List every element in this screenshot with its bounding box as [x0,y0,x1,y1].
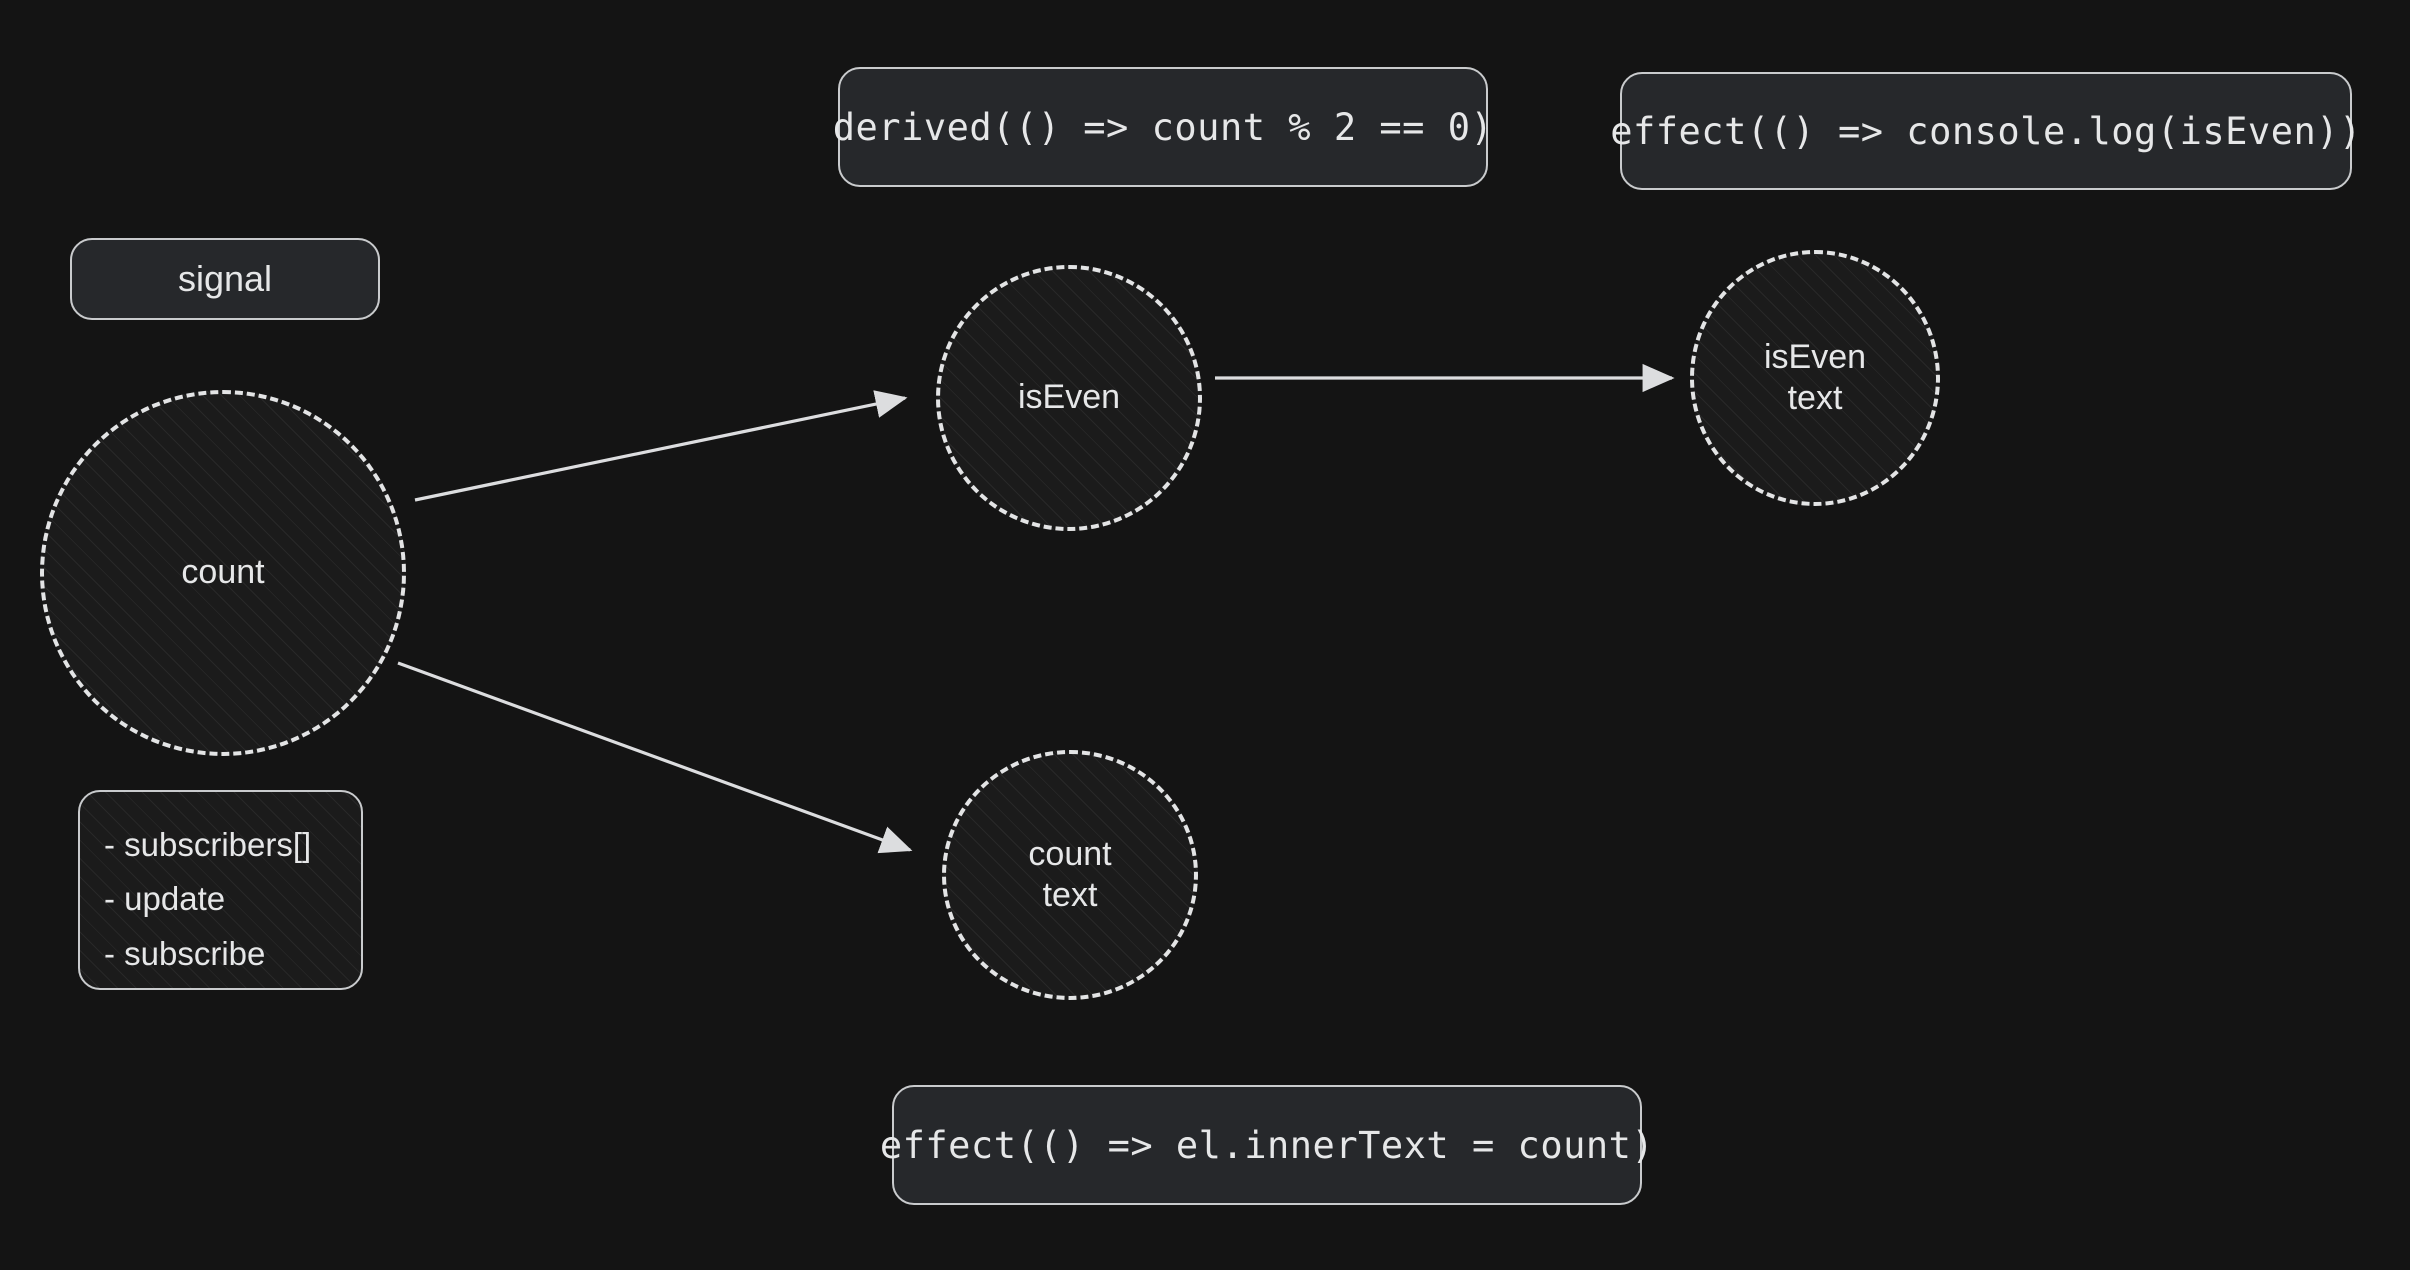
node-count-text[interactable]: count text [942,750,1198,1000]
node-iseven-label-line-1: isEven [1017,378,1121,417]
edge-count-to-iseven [414,390,908,502]
node-count-text-label-line-1: count [1028,834,1112,873]
member-subscribers: - subscribers[] [104,826,312,863]
node-count-text-label-line-2: text [1042,876,1098,914]
diagram-canvas: derived(() => count % 2 == 0) effect(() … [0,0,2410,1270]
code-box-derived[interactable]: derived(() => count % 2 == 0) [833,67,1493,187]
node-count-label-line-1: count [181,553,265,592]
edge-count-to-counttext [397,661,913,854]
node-iseven-text-label-line-1: isEven [1763,337,1867,376]
node-count[interactable]: count [40,390,406,756]
node-iseven-text-label-line-2: text [1787,379,1843,417]
code-box-effect-inner-text[interactable]: effect(() => el.innerText = count) [880,1085,1654,1205]
node-iseven-text[interactable]: isEven text [1690,250,1940,506]
signal-members-box[interactable]: - subscribers[] - update - subscribe [78,790,363,990]
member-update: - update [104,880,226,918]
code-box-effect-console-log[interactable]: effect(() => console.log(isEven)) [1610,72,2361,190]
signal-label-box[interactable]: signal [70,238,380,320]
node-iseven[interactable]: isEven [936,265,1202,531]
member-subscribe: - subscribe [104,934,266,972]
